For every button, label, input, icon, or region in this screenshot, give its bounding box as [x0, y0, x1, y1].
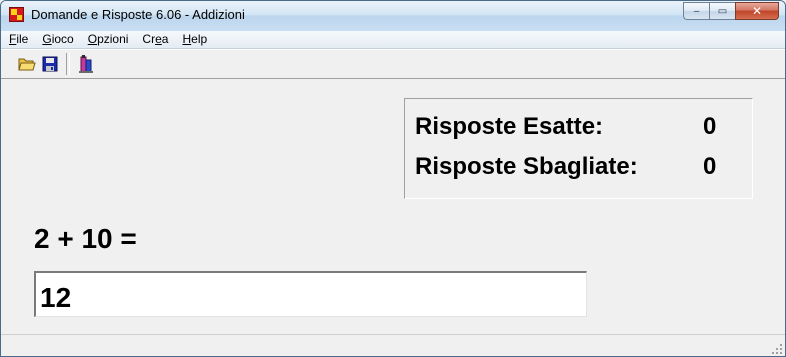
menu-crea[interactable]: Crea [135, 31, 175, 48]
open-button[interactable] [17, 54, 37, 74]
caption-buttons: ‒ ▭ ✕ [683, 2, 779, 22]
menu-help[interactable]: Help [175, 31, 214, 48]
close-icon: ✕ [751, 4, 763, 18]
info-button[interactable] [76, 54, 96, 74]
save-button[interactable] [40, 54, 60, 74]
open-folder-icon [18, 58, 36, 71]
toolbar [1, 49, 785, 79]
save-disk-icon [42, 56, 58, 72]
app-icon[interactable] [9, 7, 24, 22]
menu-file[interactable]: File [1, 31, 35, 48]
wrong-answers-label: Risposte Sbagliate: [415, 153, 638, 180]
minimize-button[interactable]: ‒ [683, 2, 709, 20]
close-button[interactable]: ✕ [735, 2, 779, 20]
wrong-answers-count: 0 [703, 153, 717, 180]
status-bar [1, 334, 785, 356]
title-bar[interactable]: Domande e Risposte 6.06 - Addizioni ‒ ▭ … [1, 1, 785, 32]
answer-input[interactable] [34, 271, 587, 317]
menu-gioco[interactable]: Gioco [35, 31, 80, 48]
window-title: Domande e Risposte 6.06 - Addizioni [31, 7, 245, 22]
resize-grip-icon[interactable] [771, 343, 783, 355]
question-text: 2 + 10 = [34, 223, 137, 254]
app-window: Domande e Risposte 6.06 - Addizioni ‒ ▭ … [0, 0, 786, 357]
menu-opzioni[interactable]: Opzioni [81, 31, 136, 48]
toolbar-buttons [17, 52, 96, 76]
info-icon [79, 55, 93, 73]
menu-bar: File Gioco Opzioni Crea Help [1, 31, 785, 49]
correct-answers-label: Risposte Esatte: [415, 113, 604, 140]
toolbar-separator [66, 53, 70, 75]
correct-answers-count: 0 [703, 113, 717, 140]
score-panel: Risposte Esatte: 0 Risposte Sbagliate: 0 [404, 98, 753, 199]
maximize-button[interactable]: ▭ [709, 2, 735, 20]
maximize-icon: ▭ [717, 5, 728, 17]
minimize-icon: ‒ [693, 5, 700, 17]
